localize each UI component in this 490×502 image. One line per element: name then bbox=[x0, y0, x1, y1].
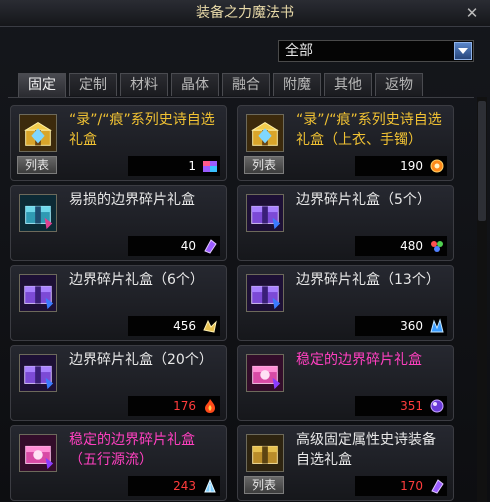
cost-bar: 456 bbox=[128, 316, 220, 336]
item-name: “录”/“痕”系列史诗自选礼盒 bbox=[69, 112, 215, 148]
ice-crystal-icon bbox=[202, 478, 218, 494]
tab-4[interactable]: 融合 bbox=[222, 73, 270, 96]
gold-shard-icon bbox=[202, 318, 218, 334]
rainbow-gem-icon bbox=[429, 238, 445, 254]
gold-chest-icon bbox=[246, 114, 284, 152]
item-card[interactable]: 易损的边界碎片礼盒 40 bbox=[10, 185, 227, 261]
cost-bar: 360 bbox=[355, 316, 447, 336]
window-title: 装备之力魔法书 bbox=[196, 5, 294, 21]
fire-icon bbox=[202, 398, 218, 414]
cost-bar: 40 bbox=[128, 236, 220, 256]
item-grid: “录”/“痕”系列史诗自选礼盒 列表 1 “录”/“痕”系列史诗自选礼盒（上衣、手镯）… bbox=[8, 97, 474, 502]
cost-count: 190 bbox=[400, 159, 423, 173]
cost-count: 1 bbox=[188, 159, 196, 173]
item-name: 边界碎片礼盒（6个） bbox=[69, 272, 204, 288]
list-button[interactable]: 列表 bbox=[244, 476, 284, 494]
cost-count: 170 bbox=[400, 479, 423, 493]
tab-7[interactable]: 返物 bbox=[375, 73, 423, 96]
purple-box-icon bbox=[246, 194, 284, 232]
item-card[interactable]: 稳定的边界碎片礼盒 351 bbox=[237, 345, 454, 421]
item-card[interactable]: 边界碎片礼盒（5个） 480 bbox=[237, 185, 454, 261]
chevron-down-icon[interactable] bbox=[454, 42, 472, 60]
purple-box-icon bbox=[19, 274, 57, 312]
cost-bar: 176 bbox=[128, 396, 220, 416]
purple-crystal-icon bbox=[202, 238, 218, 254]
scrollbar-thumb[interactable] bbox=[478, 101, 486, 221]
pink-box-icon bbox=[246, 354, 284, 392]
item-name: 边界碎片礼盒（20个） bbox=[69, 352, 213, 368]
cost-count: 480 bbox=[400, 239, 423, 253]
category-dropdown[interactable]: 全部 bbox=[278, 40, 474, 62]
pink-box-icon bbox=[19, 434, 57, 472]
title-bar: 装备之力魔法书 ✕ bbox=[0, 0, 490, 27]
dropdown-selected-value: 全部 bbox=[285, 43, 313, 59]
purple-orb-icon bbox=[429, 398, 445, 414]
gold-box-icon bbox=[246, 434, 284, 472]
cost-count: 456 bbox=[173, 319, 196, 333]
item-card[interactable]: 高级固定属性史诗装备自选礼盒 列表 170 bbox=[237, 425, 454, 501]
cost-bar: 480 bbox=[355, 236, 447, 256]
item-name: 边界碎片礼盒（5个） bbox=[296, 192, 431, 208]
list-button[interactable]: 列表 bbox=[17, 156, 57, 174]
magic-book-window: 装备之力魔法书 ✕ 全部 固定 定制 材料 晶体 融合 附魔 其他 返物 “录”/“痕”系列史… bbox=[0, 0, 490, 502]
teal-box-icon bbox=[19, 194, 57, 232]
tab-3[interactable]: 晶体 bbox=[171, 73, 219, 96]
tab-1[interactable]: 定制 bbox=[69, 73, 117, 96]
cost-bar: 190 bbox=[355, 156, 447, 176]
item-name: 稳定的边界碎片礼盒 bbox=[296, 352, 422, 368]
item-card[interactable]: 稳定的边界碎片礼盒（五行源流） 243 bbox=[10, 425, 227, 501]
cost-count: 176 bbox=[173, 399, 196, 413]
cost-bar: 243 bbox=[128, 476, 220, 496]
item-name: 边界碎片礼盒（13个） bbox=[296, 272, 440, 288]
scrollbar[interactable] bbox=[477, 97, 487, 502]
cost-bar: 1 bbox=[128, 156, 220, 176]
item-name: 高级固定属性史诗装备自选礼盒 bbox=[296, 432, 436, 468]
purple-box-icon bbox=[19, 354, 57, 392]
cost-bar: 351 bbox=[355, 396, 447, 416]
cost-count: 351 bbox=[400, 399, 423, 413]
item-card[interactable]: 边界碎片礼盒（20个） 176 bbox=[10, 345, 227, 421]
item-card[interactable]: 边界碎片礼盒（6个） 456 bbox=[10, 265, 227, 341]
item-card[interactable]: “录”/“痕”系列史诗自选礼盒（上衣、手镯） 列表 190 bbox=[237, 105, 454, 181]
purple-box-icon bbox=[246, 274, 284, 312]
blue-crystal-icon bbox=[429, 318, 445, 334]
cost-bar: 170 bbox=[355, 476, 447, 496]
purple-crystal-icon bbox=[429, 478, 445, 494]
tab-2[interactable]: 材料 bbox=[120, 73, 168, 96]
orange-orb-icon bbox=[429, 158, 445, 174]
tab-5[interactable]: 附魔 bbox=[273, 73, 321, 96]
tab-0[interactable]: 固定 bbox=[18, 73, 66, 97]
item-name: 稳定的边界碎片礼盒（五行源流） bbox=[69, 432, 195, 468]
rainbow-box-icon bbox=[202, 158, 218, 174]
item-card[interactable]: “录”/“痕”系列史诗自选礼盒 列表 1 bbox=[10, 105, 227, 181]
list-button[interactable]: 列表 bbox=[244, 156, 284, 174]
cost-count: 243 bbox=[173, 479, 196, 493]
cost-count: 360 bbox=[400, 319, 423, 333]
item-card[interactable]: 边界碎片礼盒（13个） 360 bbox=[237, 265, 454, 341]
cost-count: 40 bbox=[180, 239, 196, 253]
gold-chest-icon bbox=[19, 114, 57, 152]
close-icon[interactable]: ✕ bbox=[462, 3, 482, 23]
item-name: “录”/“痕”系列史诗自选礼盒（上衣、手镯） bbox=[296, 112, 442, 148]
tab-6[interactable]: 其他 bbox=[324, 73, 372, 96]
item-name: 易损的边界碎片礼盒 bbox=[69, 192, 195, 208]
